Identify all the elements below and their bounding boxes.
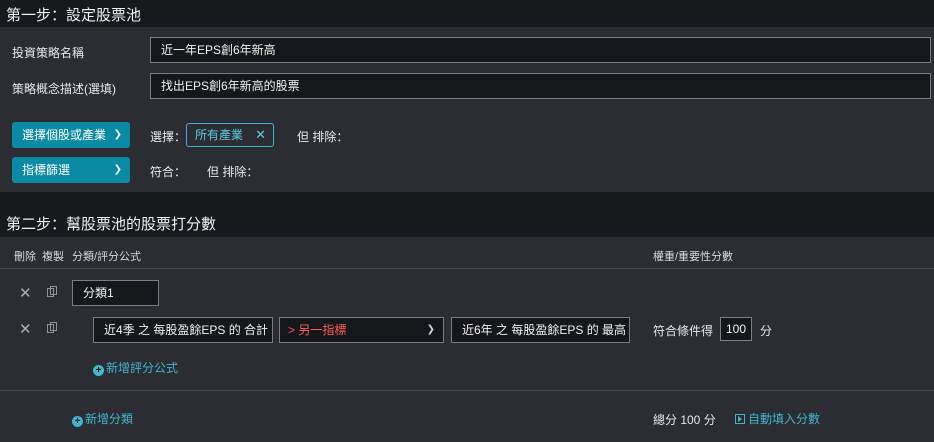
copy-formula-icon[interactable] <box>47 322 57 333</box>
exclude-label-2: 但 排除： <box>207 165 259 179</box>
select-stock-button[interactable]: 選擇個股或產業 ❯ <box>12 122 130 148</box>
filter-button-label: 指標篩選 <box>22 163 71 177</box>
close-icon[interactable]: ✕ <box>255 124 266 146</box>
chevron-down-icon: ❯ <box>113 129 122 140</box>
header-divider <box>0 268 934 269</box>
formula-right-indicator[interactable]: 近6年 之 每股盈餘EPS 的 最高 <box>451 317 630 343</box>
formula-left-indicator[interactable]: 近4季 之 每股盈餘EPS 的 合計 <box>93 317 273 343</box>
step2-title: 第二步：幫股票池的股票打分數 <box>6 216 217 233</box>
filter-button[interactable]: 指標篩選 ❯ <box>12 157 130 183</box>
step1-title: 第一步：設定股票池 <box>6 7 142 24</box>
delete-category-icon[interactable]: ✕ <box>19 284 32 302</box>
selected-industry-tag-label: 所有產業 <box>195 128 244 142</box>
auto-fill-link[interactable]: 自動填入分數 <box>735 410 820 427</box>
score-prefix: 符合條件得 <box>653 324 714 338</box>
footer-divider <box>0 390 934 391</box>
header-formula: 分類/評分公式 <box>72 251 142 263</box>
add-category-link[interactable]: + 新增分類 <box>72 410 133 427</box>
delete-formula-icon[interactable]: ✕ <box>19 320 32 338</box>
plus-circle-icon: + <box>72 416 83 427</box>
select-label: 選擇： <box>150 130 187 144</box>
chevron-down-icon: ❯ <box>426 324 435 335</box>
add-formula-label: 新增評分公式 <box>106 361 179 375</box>
select-stock-button-label: 選擇個股或產業 <box>22 128 107 142</box>
score-input[interactable]: 100 <box>720 317 752 341</box>
formula-operator-value: > 另一指標 <box>288 323 347 337</box>
copy-category-icon[interactable] <box>47 286 57 297</box>
play-icon <box>735 414 745 424</box>
strategy-desc-label: 策略概念描述(選填) <box>12 82 116 96</box>
score-unit: 分 <box>760 324 773 338</box>
add-formula-link[interactable]: + 新增評分公式 <box>93 359 178 376</box>
strategy-name-label: 投資策略名稱 <box>12 46 85 60</box>
header-delete: 刪除 <box>14 251 36 263</box>
total-score: 總分 100 分 <box>653 413 716 427</box>
strategy-name-input[interactable]: 近一年EPS創6年新高 <box>150 37 931 63</box>
exclude-label-1: 但 排除： <box>297 130 349 144</box>
header-weight: 權重/重要性分數 <box>653 251 734 263</box>
match-label: 符合： <box>150 165 187 179</box>
formula-operator-select[interactable]: > 另一指標 ❯ <box>279 317 444 343</box>
plus-circle-icon: + <box>93 365 104 376</box>
selected-industry-tag: 所有產業 ✕ <box>186 123 274 147</box>
strategy-desc-input[interactable]: 找出EPS創6年新高的股票 <box>150 73 931 99</box>
header-copy: 複製 <box>42 251 64 263</box>
add-category-label: 新增分類 <box>85 412 134 426</box>
auto-fill-label: 自動填入分數 <box>748 412 821 426</box>
chevron-down-icon: ❯ <box>113 164 122 175</box>
category-name-input[interactable]: 分類1 <box>72 280 159 306</box>
